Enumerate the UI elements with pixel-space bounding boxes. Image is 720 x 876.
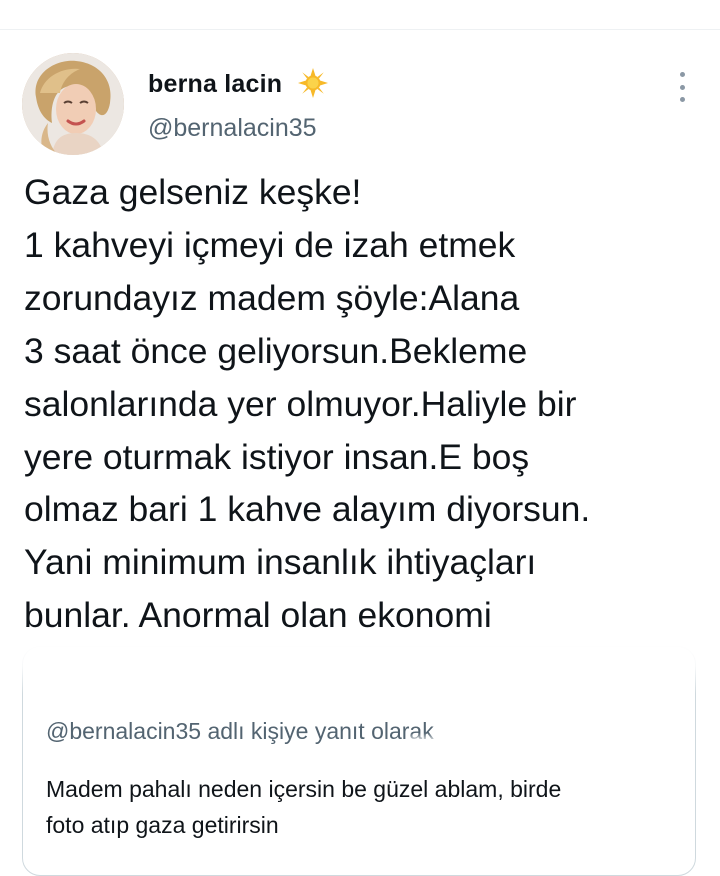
tweet-text-line: yere oturmak istiyor insan.E boş <box>24 436 530 477</box>
more-vertical-icon[interactable] <box>670 70 694 104</box>
reply-to-label: @bernalacin35 adlı kişiye yanıt olarak <box>46 718 434 744</box>
tweet-body: Gaza gelseniz keşke! 1 kahveyi içmeyi de… <box>24 166 714 642</box>
avatar-photo <box>22 53 124 155</box>
tweet-text-line: Yani minimum insanlık ihtiyaçları <box>24 542 537 583</box>
tweet-text-line: salonlarında yer olmuyor.Haliyle bir <box>24 383 577 424</box>
menu-dot <box>679 84 685 90</box>
sun-emoji-icon <box>297 67 329 99</box>
quoted-reply-text: Madem pahalı neden içersin be güzel abla… <box>46 771 686 843</box>
menu-dot <box>679 72 685 77</box>
tweet-text-line: bunlar. Anormal olan ekonomi <box>24 595 492 636</box>
avatar[interactable] <box>22 53 124 155</box>
quoted-reply-line: foto atıp gaza getirirsin <box>46 812 279 838</box>
quoted-reply-line: Madem pahalı neden içersin be güzel abla… <box>46 776 562 802</box>
tweet-text-line: olmaz bari 1 kahve alayım diyorsun. <box>24 489 591 530</box>
tweet-text-line: 3 saat önce geliyorsun.Bekleme <box>24 330 528 371</box>
author-handle[interactable]: @bernalacin35 <box>148 114 317 143</box>
menu-dot <box>679 97 685 102</box>
tweet-text-line: Gaza gelseniz keşke! <box>24 172 362 212</box>
reply-to-fade <box>410 712 550 750</box>
tweet-text-line: zorundayız madem şöyle:Alana <box>24 277 520 318</box>
card-edge-fade <box>0 644 720 694</box>
author-display-name[interactable]: berna lacin <box>148 70 282 99</box>
tweet-text-line: 1 kahveyi içmeyi de izah etmek <box>24 224 516 265</box>
top-divider <box>0 29 720 30</box>
